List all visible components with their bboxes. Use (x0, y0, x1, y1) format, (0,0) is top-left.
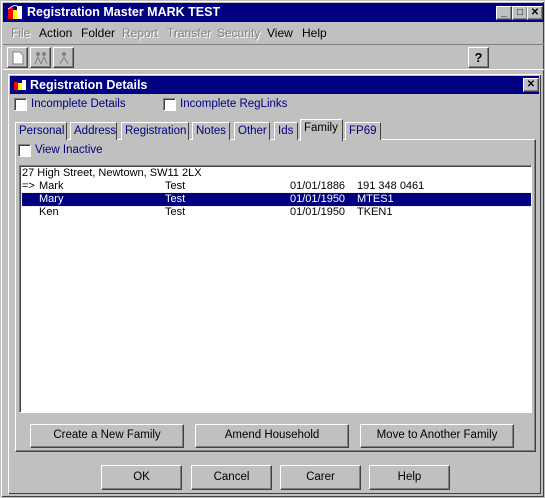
incomplete-reglinks-label: Incomplete RegLinks (180, 98, 288, 110)
close-icon: ✕ (526, 79, 536, 90)
menu-file[interactable]: File (11, 26, 30, 40)
member-last-name: Test (165, 206, 186, 218)
amend-household-button[interactable]: Amend Household (195, 424, 349, 448)
menu-folder[interactable]: Folder (81, 26, 115, 40)
family-button[interactable] (30, 47, 51, 68)
member-marker: => (22, 180, 35, 192)
incomplete-details-checkbox[interactable] (14, 98, 27, 111)
member-first-name: Ken (39, 206, 59, 218)
member-dob: 01/01/1950 (290, 193, 346, 205)
question-mark-icon: ? (474, 50, 483, 65)
menu-bar: File Action Folder Report Transfer Secur… (3, 24, 544, 43)
member-dob: 01/01/1886 (290, 180, 346, 192)
member-last-name: Test (165, 193, 186, 205)
menu-security[interactable]: Security (217, 26, 260, 40)
member-last-name: Test (165, 180, 186, 192)
person-button[interactable] (53, 47, 74, 68)
close-icon: ✕ (530, 7, 540, 18)
tab-notes[interactable]: Notes (192, 122, 230, 140)
new-button[interactable] (7, 47, 28, 68)
member-id: 191 348 0461 (357, 180, 425, 192)
incomplete-details-label: Incomplete Details (31, 98, 126, 110)
people-icon (34, 52, 47, 65)
family-list[interactable]: 27 High Street, Newtown, SW11 2LX => Mar… (19, 165, 532, 413)
title-bar[interactable]: Registration Master MARK TEST _ □ ✕ (3, 3, 544, 22)
cancel-button[interactable]: Cancel (191, 465, 272, 490)
maximize-button[interactable]: □ (512, 6, 528, 20)
minimize-button[interactable]: _ (496, 6, 512, 20)
tab-ids[interactable]: Ids (274, 122, 298, 140)
table-row[interactable]: => Mark Test 01/01/1886 191 348 0461 (22, 180, 531, 193)
main-window: Registration Master MARK TEST _ □ ✕ File… (0, 0, 545, 498)
tab-other[interactable]: Other (234, 122, 270, 140)
minimize-icon: _ (501, 7, 507, 18)
menu-action[interactable]: Action (39, 26, 72, 40)
window-title: Registration Master MARK TEST (27, 5, 221, 19)
family-address-row[interactable]: 27 High Street, Newtown, SW11 2LX (22, 167, 531, 180)
close-button[interactable]: ✕ (527, 6, 543, 20)
menu-transfer[interactable]: Transfer (167, 26, 211, 40)
registration-details-window: Registration Details ✕ Incomplete Detail… (7, 73, 542, 495)
member-first-name: Mark (39, 180, 64, 192)
tab-personal[interactable]: Personal (15, 122, 67, 140)
table-row[interactable]: Ken Test 01/01/1950 TKEN1 (22, 206, 531, 219)
create-new-family-button[interactable]: Create a New Family (30, 424, 184, 448)
family-address: 27 High Street, Newtown, SW11 2LX (22, 167, 202, 179)
carer-button[interactable]: Carer (280, 465, 361, 490)
view-inactive-label: View Inactive (35, 144, 103, 156)
dialog-close-button[interactable]: ✕ (523, 78, 539, 92)
app-icon (7, 5, 23, 19)
dialog-title-bar[interactable]: Registration Details ✕ (10, 76, 539, 94)
toolbar: ? (3, 44, 544, 70)
table-row[interactable]: Mary Test 01/01/1950 MTES1 (21, 192, 532, 207)
member-id: MTES1 (357, 193, 394, 205)
member-first-name: Mary (39, 193, 64, 205)
view-inactive-checkbox[interactable] (18, 144, 31, 157)
menu-report[interactable]: Report (122, 26, 158, 40)
dialog-app-icon (14, 80, 26, 90)
dialog-title: Registration Details (30, 78, 148, 92)
member-id: TKEN1 (357, 206, 393, 218)
tab-address[interactable]: Address (70, 122, 117, 140)
help-button[interactable]: Help (369, 465, 450, 490)
menu-help[interactable]: Help (302, 26, 327, 40)
new-document-icon (12, 51, 23, 65)
move-to-another-family-button[interactable]: Move to Another Family (360, 424, 514, 448)
person-icon (59, 52, 68, 65)
menu-view[interactable]: View (267, 26, 293, 40)
tab-family[interactable]: Family (300, 119, 343, 141)
maximize-icon: □ (516, 7, 524, 18)
member-dob: 01/01/1950 (290, 206, 346, 218)
tab-registration[interactable]: Registration (121, 122, 189, 140)
ok-button[interactable]: OK (101, 465, 182, 490)
incomplete-reglinks-checkbox[interactable] (163, 98, 176, 111)
tab-fp69[interactable]: FP69 (345, 122, 381, 140)
context-help-button[interactable]: ? (468, 47, 489, 68)
